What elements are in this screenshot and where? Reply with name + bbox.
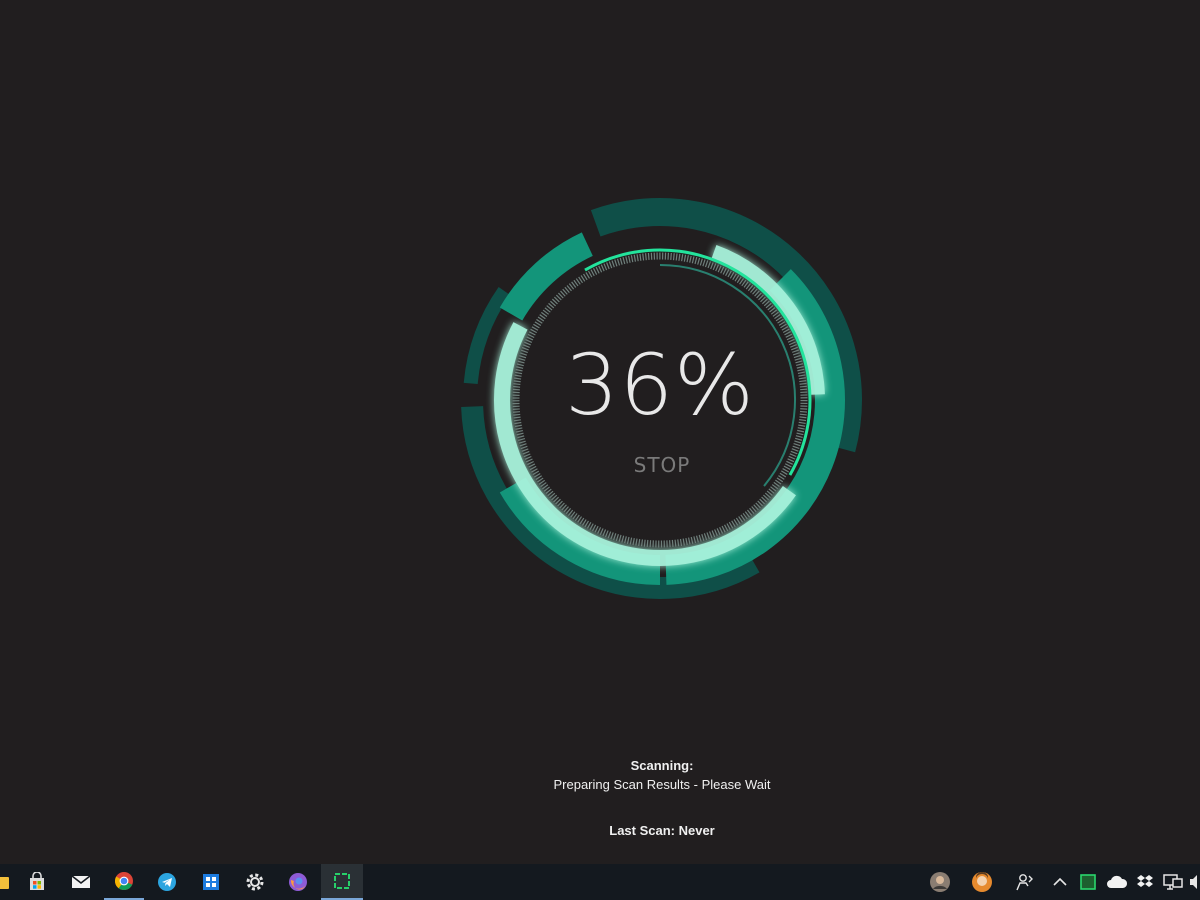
taskbar-telegram[interactable] <box>147 864 187 900</box>
firefox-icon <box>289 873 307 891</box>
contact-avatar-icon <box>972 872 992 892</box>
tray-onedrive[interactable] <box>1104 864 1130 900</box>
tray-contact-1[interactable] <box>926 864 954 900</box>
taskbar-settings[interactable] <box>235 864 275 900</box>
taskbar-mail[interactable] <box>61 864 101 900</box>
chrome-icon <box>114 872 133 890</box>
status-detail: Preparing Scan Results - Please Wait <box>553 777 771 792</box>
people-icon <box>1016 874 1033 891</box>
last-scan-text: Last Scan: Never <box>609 823 715 838</box>
taskbar-chrome[interactable] <box>104 864 144 900</box>
tray-scanner[interactable] <box>1076 864 1100 900</box>
tray-dropbox[interactable] <box>1134 864 1156 900</box>
store-icon <box>30 872 44 890</box>
tray-contact-2[interactable] <box>968 864 996 900</box>
volume-icon <box>1190 875 1197 889</box>
scan-percent: 36% <box>565 336 755 434</box>
scanner-app-icon <box>334 873 350 889</box>
mail-icon <box>71 875 91 888</box>
status-title: Scanning: <box>630 758 694 773</box>
scanner-tray-icon <box>1080 874 1096 890</box>
taskbar-scanner-app[interactable] <box>321 864 363 900</box>
chevron-up-icon <box>1053 877 1067 886</box>
taskbar-app-grid[interactable] <box>191 864 231 900</box>
taskbar-firefox[interactable] <box>278 864 318 900</box>
stop-button[interactable]: STOP <box>610 448 714 482</box>
onedrive-icon <box>1107 875 1128 888</box>
scanner-window: 36% STOP Scanning: Preparing Scan Result… <box>0 0 1200 900</box>
tray-volume[interactable] <box>1190 864 1200 900</box>
file-explorer-icon <box>0 877 9 889</box>
dropbox-icon <box>1137 875 1153 887</box>
telegram-icon <box>158 873 176 891</box>
settings-icon <box>246 873 264 891</box>
taskbar-store[interactable] <box>17 864 57 900</box>
network-icon <box>1163 874 1183 890</box>
tray-show-hidden[interactable] <box>1048 864 1072 900</box>
contact-avatar-icon <box>930 872 950 892</box>
taskbar <box>0 864 1200 900</box>
tray-people[interactable] <box>1012 864 1038 900</box>
app-grid-icon <box>203 874 219 890</box>
tray-network[interactable] <box>1160 864 1186 900</box>
